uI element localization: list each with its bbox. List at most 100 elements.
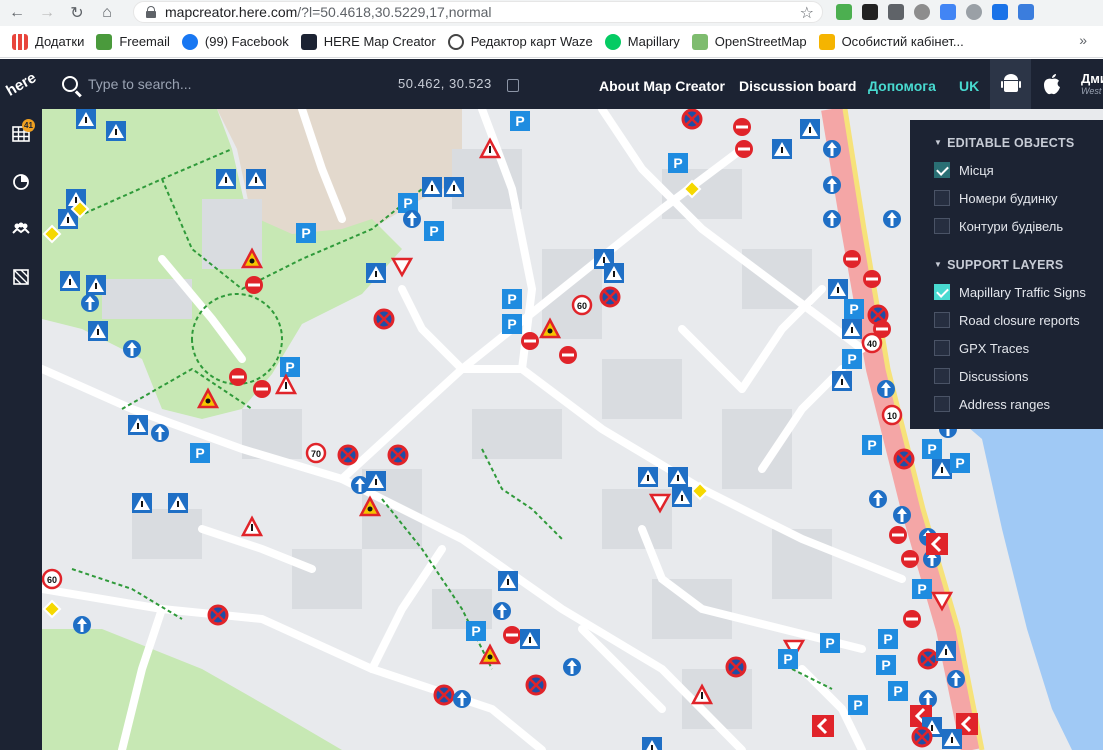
- checkbox-address-ranges[interactable]: [934, 396, 950, 412]
- crosswalk-sign-icon[interactable]: [366, 471, 386, 491]
- chevron-sign-icon[interactable]: [926, 533, 948, 555]
- extension-icon[interactable]: [888, 4, 904, 20]
- no-stopping-sign-icon[interactable]: [725, 656, 747, 678]
- ahead-sign-icon[interactable]: [883, 210, 901, 228]
- no-entry-sign-icon[interactable]: [735, 140, 753, 158]
- speed-sign-icon[interactable]: 60: [571, 294, 593, 316]
- copy-icon[interactable]: [507, 79, 519, 92]
- parking-sign-icon[interactable]: P: [848, 695, 868, 715]
- checkbox-discussions[interactable]: [934, 368, 950, 384]
- parking-sign-icon[interactable]: P: [888, 681, 908, 701]
- extension-icon[interactable]: [862, 4, 878, 20]
- checkbox-building-outlines[interactable]: [934, 218, 950, 234]
- parking-sign-icon[interactable]: P: [668, 153, 688, 173]
- checkbox-mapillary-signs[interactable]: [934, 284, 950, 300]
- extension-icon[interactable]: [836, 4, 852, 20]
- no-stopping-sign-icon[interactable]: [433, 684, 455, 706]
- layer-mapillary-signs[interactable]: Mapillary Traffic Signs: [934, 284, 1086, 300]
- no-entry-sign-icon[interactable]: [245, 276, 263, 294]
- parking-sign-icon[interactable]: P: [398, 193, 418, 213]
- crosswalk-sign-icon[interactable]: [168, 493, 188, 513]
- pie-chart-icon[interactable]: [12, 173, 30, 191]
- search-icon[interactable]: [62, 76, 78, 92]
- no-stopping-sign-icon[interactable]: [681, 109, 703, 130]
- no-entry-sign-icon[interactable]: [843, 250, 861, 268]
- no-stopping-sign-icon[interactable]: [599, 286, 621, 308]
- crosswalk-sign-icon[interactable]: [76, 109, 96, 129]
- crosswalk-sign-icon[interactable]: [422, 177, 442, 197]
- ahead-sign-icon[interactable]: [81, 294, 99, 312]
- no-entry-sign-icon[interactable]: [521, 332, 539, 350]
- android-button[interactable]: [990, 59, 1031, 109]
- extension-icon[interactable]: [914, 4, 930, 20]
- parking-sign-icon[interactable]: P: [820, 633, 840, 653]
- crosswalk-sign-icon[interactable]: [672, 487, 692, 507]
- parking-sign-icon[interactable]: P: [876, 655, 896, 675]
- no-entry-sign-icon[interactable]: [253, 380, 271, 398]
- ahead-sign-icon[interactable]: [123, 340, 141, 358]
- crosswalk-sign-icon[interactable]: [366, 263, 386, 283]
- ahead-sign-icon[interactable]: [403, 210, 421, 228]
- no-stopping-sign-icon[interactable]: [525, 674, 547, 696]
- no-entry-sign-icon[interactable]: [503, 626, 521, 644]
- bookmark-freemail[interactable]: Freemail: [96, 33, 170, 50]
- crosswalk-sign-icon[interactable]: [444, 177, 464, 197]
- ahead-sign-icon[interactable]: [947, 670, 965, 688]
- bookmark-star-icon[interactable]: ☆: [800, 3, 814, 23]
- crosswalk-sign-icon[interactable]: [60, 271, 80, 291]
- no-entry-sign-icon[interactable]: [733, 118, 751, 136]
- crosswalk-sign-icon[interactable]: [132, 493, 152, 513]
- crosswalk-sign-icon[interactable]: [246, 169, 266, 189]
- ahead-sign-icon[interactable]: [893, 506, 911, 524]
- parking-sign-icon[interactable]: P: [280, 357, 300, 377]
- no-stopping-sign-icon[interactable]: [387, 444, 409, 466]
- layer-road-closures[interactable]: Road closure reports: [934, 312, 1080, 328]
- editable-objects-header[interactable]: EDITABLE OBJECTS: [934, 136, 1074, 150]
- parking-sign-icon[interactable]: P: [922, 439, 942, 459]
- ahead-sign-icon[interactable]: [563, 658, 581, 676]
- bookmark-apps[interactable]: Додатки: [12, 33, 84, 50]
- speed-sign-icon[interactable]: 60: [42, 568, 63, 590]
- no-stopping-sign-icon[interactable]: [911, 726, 933, 748]
- parking-sign-icon[interactable]: P: [950, 453, 970, 473]
- checkbox-road-closures[interactable]: [934, 312, 950, 328]
- crosswalk-sign-icon[interactable]: [86, 275, 106, 295]
- speed-sign-icon[interactable]: 10: [881, 404, 903, 426]
- crosswalk-sign-icon[interactable]: [668, 467, 688, 487]
- search-input[interactable]: [88, 72, 308, 96]
- here-logo[interactable]: here: [0, 52, 52, 116]
- ahead-sign-icon[interactable]: [453, 690, 471, 708]
- layer-places[interactable]: Місця: [934, 162, 994, 178]
- bookmark-facebook[interactable]: (99) Facebook: [181, 33, 289, 50]
- parking-sign-icon[interactable]: P: [190, 443, 210, 463]
- nav-help[interactable]: Допомога: [868, 78, 936, 94]
- crosswalk-sign-icon[interactable]: [942, 729, 962, 749]
- home-icon[interactable]: ⌂: [94, 0, 120, 26]
- ahead-sign-icon[interactable]: [73, 616, 91, 634]
- no-entry-sign-icon[interactable]: [229, 368, 247, 386]
- address-bar[interactable]: mapcreator.here.com/?l=50.4618,30.5229,1…: [133, 1, 823, 23]
- parking-sign-icon[interactable]: P: [510, 111, 530, 131]
- parking-sign-icon[interactable]: P: [502, 289, 522, 309]
- parking-sign-icon[interactable]: P: [842, 349, 862, 369]
- crosswalk-sign-icon[interactable]: [800, 119, 820, 139]
- crosswalk-sign-icon[interactable]: [520, 629, 540, 649]
- checkbox-gpx-traces[interactable]: [934, 340, 950, 356]
- back-icon[interactable]: ←: [4, 0, 30, 26]
- map-overlay-icon[interactable]: [12, 268, 30, 286]
- no-stopping-sign-icon[interactable]: [337, 444, 359, 466]
- ahead-sign-icon[interactable]: [823, 176, 841, 194]
- support-layers-header[interactable]: SUPPORT LAYERS: [934, 258, 1063, 272]
- layer-house-numbers[interactable]: Номери будинку: [934, 190, 1057, 206]
- no-entry-sign-icon[interactable]: [559, 346, 577, 364]
- no-stopping-sign-icon[interactable]: [207, 604, 229, 626]
- extension-icon[interactable]: [992, 4, 1008, 20]
- people-icon[interactable]: [12, 220, 30, 238]
- parking-sign-icon[interactable]: P: [912, 579, 932, 599]
- user-menu[interactable]: ДмиWest: [1081, 71, 1103, 96]
- layer-address-ranges[interactable]: Address ranges: [934, 396, 1050, 412]
- crosswalk-sign-icon[interactable]: [216, 169, 236, 189]
- no-stopping-sign-icon[interactable]: [373, 308, 395, 330]
- bookmark-waze[interactable]: Редактор карт Waze: [447, 33, 593, 50]
- layer-discussions[interactable]: Discussions: [934, 368, 1028, 384]
